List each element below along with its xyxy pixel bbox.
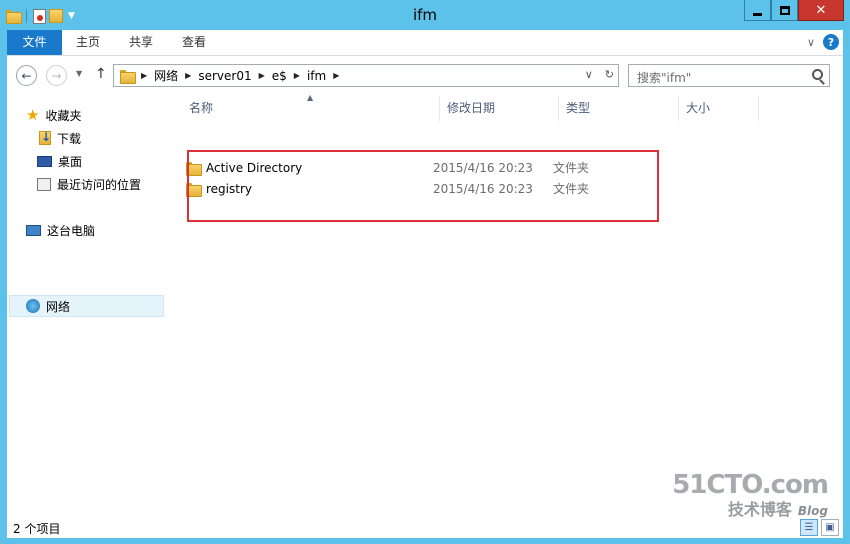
toolbar-separator bbox=[26, 9, 27, 23]
tab-home[interactable]: 主页 bbox=[62, 30, 114, 55]
recent-places-icon bbox=[37, 177, 51, 191]
back-button[interactable]: ← bbox=[16, 65, 37, 86]
computer-icon bbox=[26, 224, 41, 236]
star-icon: ★ bbox=[26, 106, 40, 124]
network-icon bbox=[26, 299, 40, 313]
minimize-icon bbox=[753, 12, 762, 16]
window-title: ifm bbox=[412, 6, 438, 24]
help-icon[interactable]: ? bbox=[823, 34, 839, 50]
desktop-icon bbox=[37, 155, 52, 167]
details-view-icon[interactable]: ☰ bbox=[800, 519, 818, 536]
view-switcher: ☰ ▣ bbox=[800, 519, 839, 536]
tab-view[interactable]: 查看 bbox=[168, 30, 220, 55]
close-button[interactable]: ✕ bbox=[798, 0, 844, 21]
maximize-button[interactable] bbox=[771, 0, 798, 21]
search-input[interactable]: 搜索"ifm" bbox=[637, 69, 691, 86]
sidebar-item-downloads[interactable]: 下载 bbox=[39, 127, 81, 149]
navigation-bar: ← → ▼ ↑ ▶ 网络 ▶ server01 ▶ e$ ▶ ifm ▶ ∨ ↻ bbox=[7, 56, 843, 96]
folder-icon bbox=[120, 69, 136, 84]
window-body: 文件 主页 共享 查看 ∨ ? ← → ▼ ↑ ▶ 网络 ▶ server01 … bbox=[7, 30, 843, 538]
watermark-logo: 51CTO.com 技术博客 Blog bbox=[672, 470, 829, 520]
customize-toolbar-chevron-icon[interactable]: ▼ bbox=[68, 11, 75, 21]
address-bar[interactable]: ▶ 网络 ▶ server01 ▶ e$ ▶ ifm ▶ ∨ ↻ bbox=[113, 64, 619, 87]
downloads-folder-icon bbox=[39, 130, 51, 145]
forward-arrow-icon: → bbox=[51, 68, 62, 83]
column-header-type[interactable]: 类型 bbox=[559, 96, 679, 121]
ribbon: 文件 主页 共享 查看 ∨ ? bbox=[7, 30, 843, 56]
breadcrumb-separator-icon[interactable]: ▶ bbox=[294, 71, 300, 80]
file-list: ▲ 名称 修改日期 类型 大小 Active Directory 2015/4/… bbox=[172, 93, 843, 512]
breadcrumb-item-e-share[interactable]: e$ bbox=[272, 69, 287, 83]
folder-icon bbox=[6, 10, 22, 24]
sidebar-item-label: 收藏夹 bbox=[45, 108, 82, 123]
back-arrow-icon: ← bbox=[21, 68, 32, 83]
item-count: 2 个项目 bbox=[13, 522, 61, 536]
ribbon-controls: ∨ ? bbox=[807, 34, 839, 50]
sidebar-item-network[interactable]: 网络 bbox=[9, 295, 164, 317]
breadcrumb-item-ifm[interactable]: ifm bbox=[307, 69, 326, 83]
sidebar-item-favorites[interactable]: ★ 收藏夹 bbox=[26, 104, 81, 126]
search-icon[interactable] bbox=[812, 69, 823, 80]
address-bar-controls: ∨ ↻ bbox=[585, 68, 614, 81]
properties-icon[interactable] bbox=[33, 8, 46, 24]
sidebar-item-desktop[interactable]: 桌面 bbox=[37, 150, 82, 172]
large-icons-view-icon[interactable]: ▣ bbox=[821, 519, 839, 536]
breadcrumb-separator-icon[interactable]: ▶ bbox=[141, 71, 147, 80]
sidebar-item-label: 最近访问的位置 bbox=[57, 177, 142, 192]
sidebar-item-label: 这台电脑 bbox=[47, 223, 96, 238]
sidebar-item-this-pc[interactable]: 这台电脑 bbox=[26, 219, 95, 241]
close-icon: ✕ bbox=[815, 2, 827, 18]
sidebar-item-label: 下载 bbox=[57, 131, 82, 146]
tab-file[interactable]: 文件 bbox=[7, 30, 62, 55]
expand-ribbon-chevron-icon[interactable]: ∨ bbox=[807, 36, 815, 49]
window-controls: ✕ bbox=[744, 0, 844, 21]
breadcrumb-separator-icon[interactable]: ▶ bbox=[259, 71, 265, 80]
explorer-window: ▼ ifm ✕ 文件 主页 共享 查看 ∨ ? ← → ▼ ↑ ▶ 网络 ▶ s… bbox=[0, 0, 850, 544]
minimize-button[interactable] bbox=[744, 0, 771, 21]
watermark-blog: Blog bbox=[797, 504, 828, 518]
navigation-pane: ★ 收藏夹 下载 桌面 最近访问的位置 这台电脑 网络 bbox=[7, 96, 167, 512]
sidebar-item-recent-places[interactable]: 最近访问的位置 bbox=[37, 173, 141, 195]
maximize-icon bbox=[779, 5, 790, 15]
refresh-icon[interactable]: ↻ bbox=[605, 68, 614, 81]
breadcrumb-separator-icon[interactable]: ▶ bbox=[333, 71, 339, 80]
column-header-name[interactable]: 名称 bbox=[182, 96, 440, 121]
forward-button[interactable]: → bbox=[46, 65, 67, 86]
column-header-size[interactable]: 大小 bbox=[679, 96, 759, 121]
search-box[interactable]: 搜索"ifm" bbox=[628, 64, 830, 87]
watermark-subtitle-text: 技术博客 bbox=[727, 500, 792, 519]
address-history-chevron-icon[interactable]: ∨ bbox=[585, 68, 593, 81]
sidebar-item-label: 网络 bbox=[46, 299, 71, 314]
tab-share[interactable]: 共享 bbox=[115, 30, 167, 55]
column-header-date-modified[interactable]: 修改日期 bbox=[440, 96, 559, 121]
quick-access-toolbar: ▼ bbox=[6, 6, 75, 26]
annotation-highlight-box bbox=[187, 150, 659, 222]
recent-locations-chevron-icon[interactable]: ▼ bbox=[76, 69, 82, 78]
breadcrumb-separator-icon[interactable]: ▶ bbox=[185, 71, 191, 80]
sidebar-item-label: 桌面 bbox=[58, 154, 83, 169]
new-folder-icon[interactable] bbox=[49, 9, 63, 23]
breadcrumb-item-server01[interactable]: server01 bbox=[198, 69, 251, 83]
up-button[interactable]: ↑ bbox=[95, 66, 107, 82]
breadcrumb-item-network[interactable]: 网络 bbox=[154, 67, 178, 84]
